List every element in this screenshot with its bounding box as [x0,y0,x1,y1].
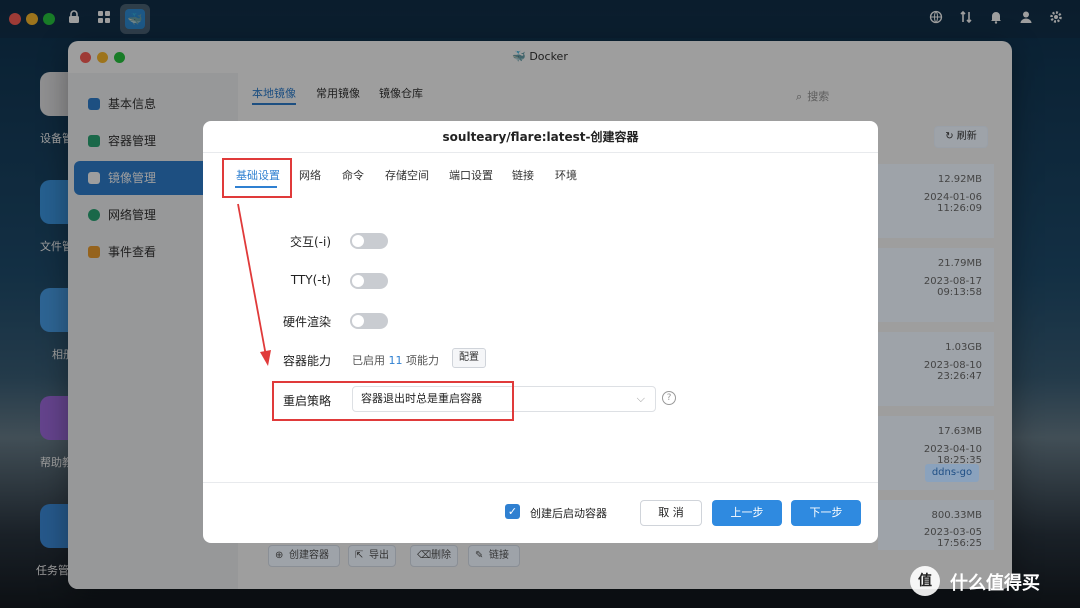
chevron-down-icon: ⌵ [636,392,645,405]
image-size: 12.92MB [937,174,982,185]
tab-command[interactable]: 命令 [342,167,364,183]
capability-prefix: 已启用 [352,354,385,367]
smzdm-logo-icon: 值 [910,566,940,596]
refresh-label: 刷新 [956,131,977,142]
button-label: 创建容器 [289,550,329,561]
tab-environment[interactable]: 环境 [555,167,577,183]
trash-icon: ⌫ [417,550,432,561]
delete-button[interactable]: ⌫ 删除 [410,545,458,567]
tty-toggle[interactable] [350,273,388,289]
image-size: 21.79MB [937,258,982,269]
image-date: 2023-08-17 09:13:58 [923,276,982,298]
tab-network[interactable]: 网络 [299,167,321,183]
export-icon: ⇱ [355,550,364,561]
next-step-button[interactable]: 下一步 [791,500,861,526]
tab-links[interactable]: 链接 [512,167,534,183]
link-button[interactable]: ✎ 链接 [468,545,520,567]
capability-count: 11 [388,354,403,367]
pencil-icon: ✎ [475,550,484,561]
image-size: 17.63MB [937,426,982,437]
tab-ports[interactable]: 端口设置 [449,167,493,183]
interactive-toggle[interactable] [350,233,388,249]
watermark-text: 什么值得买 [950,573,1040,594]
create-container-dialog: soulteary/flare:latest-创建容器 基础设置 网络 命令 存… [203,121,878,543]
watermark: 值 什么值得买 [910,566,1074,596]
prev-step-button[interactable]: 上一步 [712,500,782,526]
autostart-checkbox[interactable]: ✓ [505,504,520,519]
image-date: 2023-08-10 23:26:47 [923,360,982,382]
capability-suffix: 项能力 [406,354,439,367]
refresh-icon: ↻ [945,131,954,142]
image-date: 2023-03-05 17:56:25 [923,527,982,549]
check-icon: ✓ [507,505,518,518]
list-item[interactable]: 800.33MB 2023-03-05 17:56:25 [878,500,994,550]
toggle-knob [352,235,364,247]
hw-render-toggle[interactable] [350,313,388,329]
annotation-arrow-icon [237,203,271,366]
annotation-box-tab [222,158,292,198]
create-container-button[interactable]: ⊕ 创建容器 [268,545,340,567]
list-item[interactable]: 12.92MB 2024-01-06 11:26:09 [878,164,994,238]
dialog-title: soulteary/flare:latest-创建容器 [203,121,878,153]
image-actions-bar: ⊕ 创建容器 ⇱ 导出 ⌫ 删除 ✎ 链接 [268,545,524,567]
help-icon[interactable]: ? [662,391,676,405]
button-label: 导出 [369,550,389,561]
image-size: 800.33MB [931,510,982,521]
button-label: 链接 [489,550,509,561]
tab-storage[interactable]: 存储空间 [385,167,429,183]
list-item[interactable]: 21.79MB 2023-08-17 09:13:58 [878,248,994,322]
export-button[interactable]: ⇱ 导出 [348,545,396,567]
refresh-button[interactable]: ↻ 刷新 [934,126,988,148]
image-date: 2024-01-06 11:26:09 [923,192,982,214]
autostart-label: 创建后启动容器 [530,507,607,520]
dialog-footer-divider [203,482,878,483]
image-tag: ddns-go [925,464,979,482]
button-label: 删除 [431,550,451,561]
image-date: 2023-04-10 18:25:35 [923,444,982,466]
config-button[interactable]: 配置 [452,348,486,368]
toggle-knob [352,275,364,287]
annotation-box-restart [272,381,514,421]
plus-icon: ⊕ [275,550,284,561]
list-item[interactable]: 1.03GB 2023-08-10 23:26:47 [878,332,994,406]
toggle-knob [352,315,364,327]
image-size: 1.03GB [945,342,982,353]
capability-summary: 已启用 11 项能力 [352,352,439,368]
cancel-button[interactable]: 取 消 [640,500,702,526]
